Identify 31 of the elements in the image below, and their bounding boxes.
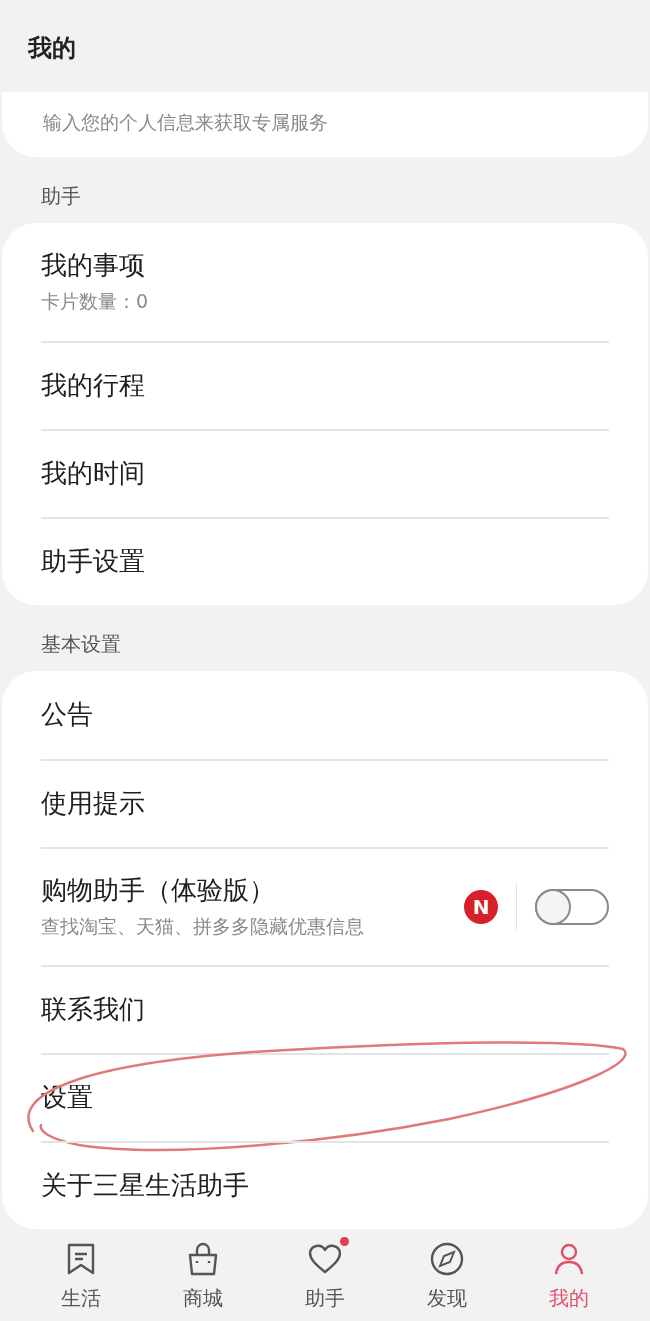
section-label: 助手 — [40, 183, 82, 211]
settings-row[interactable]: 使用提示 — [41, 759, 609, 848]
toggle-switch[interactable] — [535, 889, 609, 926]
nav-tab[interactable]: 助手 — [280, 1241, 370, 1314]
item-title: 我的事项 — [41, 249, 146, 282]
item-subtitle: 查找淘宝、天猫、拼多多隐藏优惠信息 — [41, 913, 365, 939]
settings-row[interactable]: 我的行程 — [41, 341, 609, 430]
item-title: 关于三星生活助手 — [41, 1169, 250, 1203]
item-title: 联系我们 — [41, 993, 146, 1027]
item-title: 助手设置 — [41, 545, 146, 579]
settings-row[interactable]: 购物助手（体验版） 查找淘宝、天猫、拼多多隐藏优惠信息 N — [41, 847, 609, 966]
item-title: 我的时间 — [41, 457, 146, 491]
settings-row[interactable]: 关于三星生活助手 — [41, 1141, 609, 1230]
new-badge: N — [464, 890, 498, 925]
nav-tab[interactable]: 商城 — [158, 1241, 248, 1314]
settings-row[interactable]: 我的时间 — [41, 429, 609, 518]
page-title: 我的 — [27, 33, 77, 64]
nav-tab[interactable]: 生活 — [36, 1241, 126, 1314]
compass-icon — [429, 1241, 465, 1278]
settings-row[interactable]: 我的事项 卡片数量：0 — [41, 223, 609, 342]
item-title: 公告 — [41, 698, 94, 732]
settings-row[interactable]: 助手设置 — [41, 517, 609, 606]
item-title: 我的行程 — [41, 369, 146, 403]
nav-tab[interactable]: 发现 — [402, 1241, 492, 1314]
settings-row[interactable]: 联系我们 — [41, 965, 609, 1054]
section-label: 基本设置 — [40, 631, 122, 659]
item-title: 购物助手（体验版） — [41, 874, 276, 907]
item-subtitle: 卡片数量：0 — [41, 288, 150, 314]
item-title: 使用提示 — [41, 787, 146, 821]
settings-row[interactable]: 公告 — [41, 671, 609, 760]
item-subtitle: 输入您的个人信息来获取专属服务 — [43, 109, 329, 135]
